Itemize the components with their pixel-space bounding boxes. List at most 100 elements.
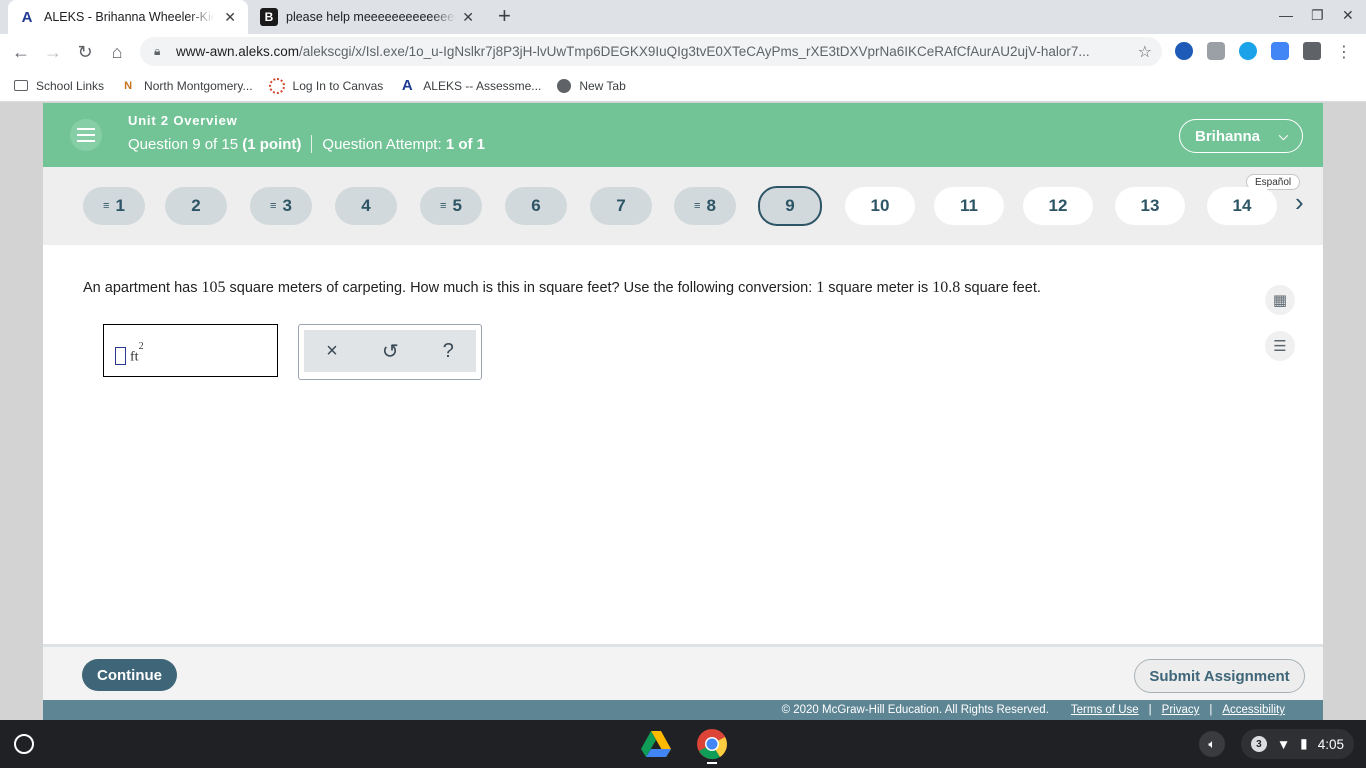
question-button-9[interactable]: 9 bbox=[758, 186, 822, 226]
extension-k-icon[interactable] bbox=[1175, 42, 1193, 60]
question-button-11[interactable]: 11 bbox=[934, 187, 1004, 225]
question-button-1[interactable]: ≡ 1 bbox=[83, 187, 145, 225]
undo-icon[interactable]: ↺ bbox=[382, 339, 399, 364]
answered-icon: ≡ bbox=[270, 200, 277, 212]
tab-aleks[interactable]: A ALEKS - Brihanna Wheeler-Kidd - Learn … bbox=[8, 0, 248, 34]
minimize-icon[interactable]: — bbox=[1279, 7, 1293, 23]
status-tray[interactable]: 3 ▼ ▮ 4:05 bbox=[1240, 729, 1354, 759]
globe-icon bbox=[557, 78, 572, 93]
new-tab-icon[interactable]: + bbox=[498, 5, 511, 27]
question-number: 11 bbox=[960, 196, 978, 215]
continue-button[interactable]: Continue bbox=[82, 659, 177, 691]
question-button-3[interactable]: ≡ 3 bbox=[250, 187, 312, 225]
question-segment: An apartment has bbox=[83, 280, 202, 296]
bookmark-new-tab[interactable]: New Tab bbox=[557, 78, 626, 93]
bookmark-school-links[interactable]: School Links bbox=[14, 79, 104, 93]
answer-input[interactable] bbox=[115, 347, 126, 365]
wifi-icon: ▼ bbox=[1276, 736, 1291, 752]
bookmark-canvas[interactable]: Log In to Canvas bbox=[268, 77, 383, 94]
menu-icon[interactable] bbox=[70, 119, 102, 151]
question-number: 5 bbox=[452, 196, 462, 215]
attempt-value: 1 of 1 bbox=[445, 135, 485, 153]
accessibility-link[interactable]: Accessibility bbox=[1222, 704, 1285, 716]
bookmark-label: ALEKS -- Assessme... bbox=[423, 78, 542, 93]
reload-icon[interactable]: ↻ bbox=[74, 41, 96, 63]
question-button-8[interactable]: ≡ 8 bbox=[674, 187, 736, 225]
extension-google-icon[interactable] bbox=[1271, 42, 1289, 60]
bookmark-label: New Tab bbox=[579, 78, 626, 93]
back-icon[interactable]: ← bbox=[10, 41, 32, 63]
home-icon[interactable]: ⌂ bbox=[106, 41, 128, 63]
question-number-value: 105 bbox=[201, 279, 226, 296]
url-text: www-awn.aleks.com/alekscgi/x/Isl.exe/1o_… bbox=[176, 44, 1090, 59]
divider: | bbox=[1209, 704, 1213, 716]
active-app-indicator bbox=[707, 762, 717, 764]
answer-unit: ft2 bbox=[130, 341, 144, 366]
extension-copy-icon[interactable] bbox=[1207, 42, 1225, 60]
forward-icon[interactable]: → bbox=[42, 41, 64, 63]
bookmark-label: School Links bbox=[36, 78, 105, 93]
help-icon[interactable]: ? bbox=[443, 340, 454, 363]
answered-icon: ≡ bbox=[440, 200, 447, 212]
question-number: 4 bbox=[361, 196, 371, 215]
question-number: 3 bbox=[282, 196, 292, 215]
audio-icon[interactable]: 🔈︎ bbox=[1199, 731, 1225, 757]
tab-brainly[interactable]: B please help meeeeeeeeeeeeeeeeeeee ✕ bbox=[250, 0, 486, 34]
question-number: 7 bbox=[616, 196, 626, 215]
privacy-link[interactable]: Privacy bbox=[1162, 704, 1200, 716]
question-button-12[interactable]: 12 bbox=[1023, 187, 1093, 225]
user-menu-button[interactable]: Brihanna ⌵ bbox=[1179, 119, 1303, 153]
calculator-icon[interactable]: ▦ bbox=[1265, 285, 1295, 315]
user-name: Brihanna bbox=[1195, 127, 1261, 145]
answered-icon: ≡ bbox=[103, 200, 110, 212]
question-button-7[interactable]: 7 bbox=[590, 187, 652, 225]
unit-exponent: 2 bbox=[138, 341, 144, 352]
browser-menu-icon[interactable]: ⋮ bbox=[1335, 42, 1353, 61]
restore-icon[interactable]: ❐ bbox=[1311, 7, 1324, 24]
divider bbox=[311, 135, 313, 153]
question-button-10[interactable]: 10 bbox=[845, 187, 915, 225]
chevron-down-icon: ⌵ bbox=[1278, 128, 1288, 143]
answer-tools: × ↺ ? bbox=[304, 330, 476, 372]
chevron-right-icon[interactable]: › bbox=[1295, 187, 1304, 218]
close-window-icon[interactable]: ✕ bbox=[1342, 7, 1354, 24]
unit-title: Unit 2 Overview bbox=[128, 113, 238, 128]
extension-blue-icon[interactable] bbox=[1239, 42, 1257, 60]
submit-assignment-button[interactable]: Submit Assignment bbox=[1134, 659, 1305, 693]
lock-icon: 🔒︎ bbox=[154, 44, 161, 58]
question-number: 10 bbox=[870, 196, 890, 215]
question-button-6[interactable]: 6 bbox=[505, 187, 567, 225]
terms-of-use-link[interactable]: Terms of Use bbox=[1071, 704, 1139, 716]
address-bar[interactable]: 🔒︎ www-awn.aleks.com/alekscgi/x/Isl.exe/… bbox=[140, 37, 1162, 66]
question-button-5[interactable]: ≡ 5 bbox=[420, 187, 482, 225]
os-shelf: 🔈︎ 3 ▼ ▮ 4:05 bbox=[0, 720, 1366, 768]
assignment-header: Unit 2 Overview Question 9 of 15 (1 poin… bbox=[43, 103, 1323, 167]
question-segment: square feet. bbox=[960, 280, 1041, 296]
question-segment: square meter is bbox=[824, 280, 933, 296]
bookmark-north-montgomery[interactable]: N North Montgomery... bbox=[120, 78, 252, 94]
extensions-puzzle-icon[interactable] bbox=[1303, 42, 1321, 60]
page-footer: © 2020 McGraw-Hill Education. All Rights… bbox=[43, 700, 1323, 720]
google-drive-icon[interactable] bbox=[640, 728, 672, 760]
question-button-2[interactable]: 2 bbox=[165, 187, 227, 225]
question-button-14[interactable]: 14 bbox=[1207, 187, 1277, 225]
clock: 4:05 bbox=[1317, 736, 1344, 752]
close-tab-icon[interactable]: ✕ bbox=[462, 9, 474, 26]
tab-title: please help meeeeeeeeeeeeeeeeeeee bbox=[286, 10, 456, 24]
reference-notes-icon[interactable]: ☰ bbox=[1265, 331, 1295, 361]
aleks-page: Unit 2 Overview Question 9 of 15 (1 poin… bbox=[43, 103, 1323, 720]
bookmark-aleks[interactable]: A ALEKS -- Assessme... bbox=[399, 77, 542, 94]
question-number: 14 bbox=[1232, 196, 1252, 215]
close-tab-icon[interactable]: ✕ bbox=[224, 9, 236, 26]
bookmark-star-icon[interactable]: ☆ bbox=[1138, 42, 1152, 62]
clear-icon[interactable]: × bbox=[326, 340, 338, 363]
question-button-4[interactable]: 4 bbox=[335, 187, 397, 225]
notification-count: 3 bbox=[1250, 736, 1267, 752]
question-number: 13 bbox=[1140, 196, 1160, 215]
question-button-13[interactable]: 13 bbox=[1115, 187, 1185, 225]
chrome-icon[interactable] bbox=[696, 728, 728, 760]
answer-box[interactable]: ft2 bbox=[103, 324, 278, 377]
bookmark-label: North Montgomery... bbox=[144, 78, 253, 93]
launcher-icon[interactable] bbox=[14, 734, 34, 754]
attempt-label: Question Attempt: bbox=[322, 135, 442, 153]
